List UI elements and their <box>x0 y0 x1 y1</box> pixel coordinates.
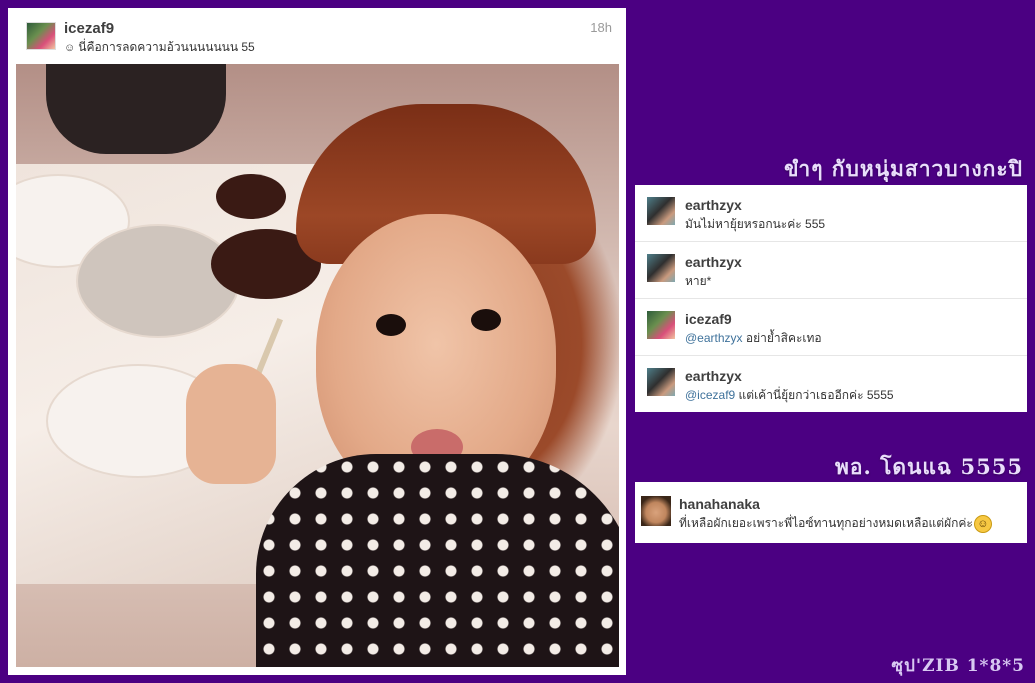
comment-avatar[interactable] <box>647 197 675 225</box>
comment-mention-link[interactable]: @icezaf9 <box>685 388 735 402</box>
photo-plate <box>76 224 240 338</box>
comment-text: มันไม่หายุ้ยหรอกนะค่ะ 555 <box>685 217 826 231</box>
photo-hand <box>186 364 276 484</box>
comment-item: earthzyx @icezaf9 แต่เค้านี่ยุ้ยกว่าเธออ… <box>635 356 1027 413</box>
photo-polka-dot-dress <box>256 454 619 667</box>
photo-bowl <box>216 174 286 219</box>
comment-text: @icezaf9 แต่เค้านี่ยุ้ยกว่าเธออีกค่ะ 555… <box>685 386 894 405</box>
instagram-post-card: icezaf9 ☺ นี่คือการลดความอ้วนนนนนนน 55 18… <box>8 8 626 675</box>
section-title-second: พอ. โดนแฉ 5555 <box>835 454 1023 479</box>
comment-avatar[interactable] <box>641 496 671 526</box>
photo-eye <box>376 314 406 336</box>
comment-item: earthzyx มันไม่หายุ้ยหรอกนะค่ะ 555 <box>635 185 1027 242</box>
comment-mention-link[interactable]: @earthzyx <box>685 331 743 345</box>
comment-text-body: อย่าย้ำสิคะเทอ <box>742 331 822 345</box>
comment-text: @earthzyx อย่าย้ำสิคะเทอ <box>685 329 822 348</box>
comment-username[interactable]: earthzyx <box>685 254 742 270</box>
comments-box-first: earthzyx มันไม่หายุ้ยหรอกนะค่ะ 555 earth… <box>635 185 1027 412</box>
comment-item: earthzyx หาย* <box>635 242 1027 299</box>
post-caption: ☺ นี่คือการลดความอ้วนนนนนนน 55 <box>64 38 255 57</box>
comment-username[interactable]: earthzyx <box>685 197 742 213</box>
comment-username[interactable]: earthzyx <box>685 368 742 384</box>
comment-text-body: แต่เค้านี่ยุ้ยกว่าเธออีกค่ะ 5555 <box>735 388 894 402</box>
comment-item: icezaf9 @earthzyx อย่าย้ำสิคะเทอ <box>635 299 1027 356</box>
comment-text: หาย* <box>685 274 712 288</box>
post-header: icezaf9 ☺ นี่คือการลดความอ้วนนนนนนน 55 18… <box>26 20 612 64</box>
section-title-first: ขำๆ กับหนุ่มสาวบางกะปิ <box>784 156 1023 181</box>
watermark: ซุป'ZIB 1*8*5 <box>891 656 1025 676</box>
comment-text-body: ที่เหลือผักเยอะเพราะพี่ไอซ์ทานทุกอย่างหม… <box>679 516 973 530</box>
post-caption-text: นี่คือการลดความอ้วนนนนนนน 55 <box>78 40 255 54</box>
comment-text: ที่เหลือผักเยอะเพราะพี่ไอซ์ทานทุกอย่างหม… <box>679 514 992 533</box>
photo-eye <box>471 309 501 331</box>
post-username[interactable]: icezaf9 <box>64 20 114 37</box>
post-avatar[interactable] <box>26 22 56 50</box>
post-timestamp: 18h <box>590 20 612 35</box>
post-photo[interactable] <box>16 64 619 667</box>
photo-background-person <box>46 64 226 154</box>
comment-username[interactable]: icezaf9 <box>685 311 732 327</box>
comment-avatar[interactable] <box>647 254 675 282</box>
comment-avatar[interactable] <box>647 311 675 339</box>
comment-username[interactable]: hanahanaka <box>679 496 760 512</box>
comment-item: hanahanaka ที่เหลือผักเยอะเพราะพี่ไอซ์ทา… <box>635 482 1027 539</box>
comments-box-second: hanahanaka ที่เหลือผักเยอะเพราะพี่ไอซ์ทา… <box>635 482 1027 543</box>
smiley-emoji-icon: ☺ <box>64 42 76 54</box>
smiley-emoji-icon: ☺ <box>973 514 992 533</box>
comment-avatar[interactable] <box>647 368 675 396</box>
